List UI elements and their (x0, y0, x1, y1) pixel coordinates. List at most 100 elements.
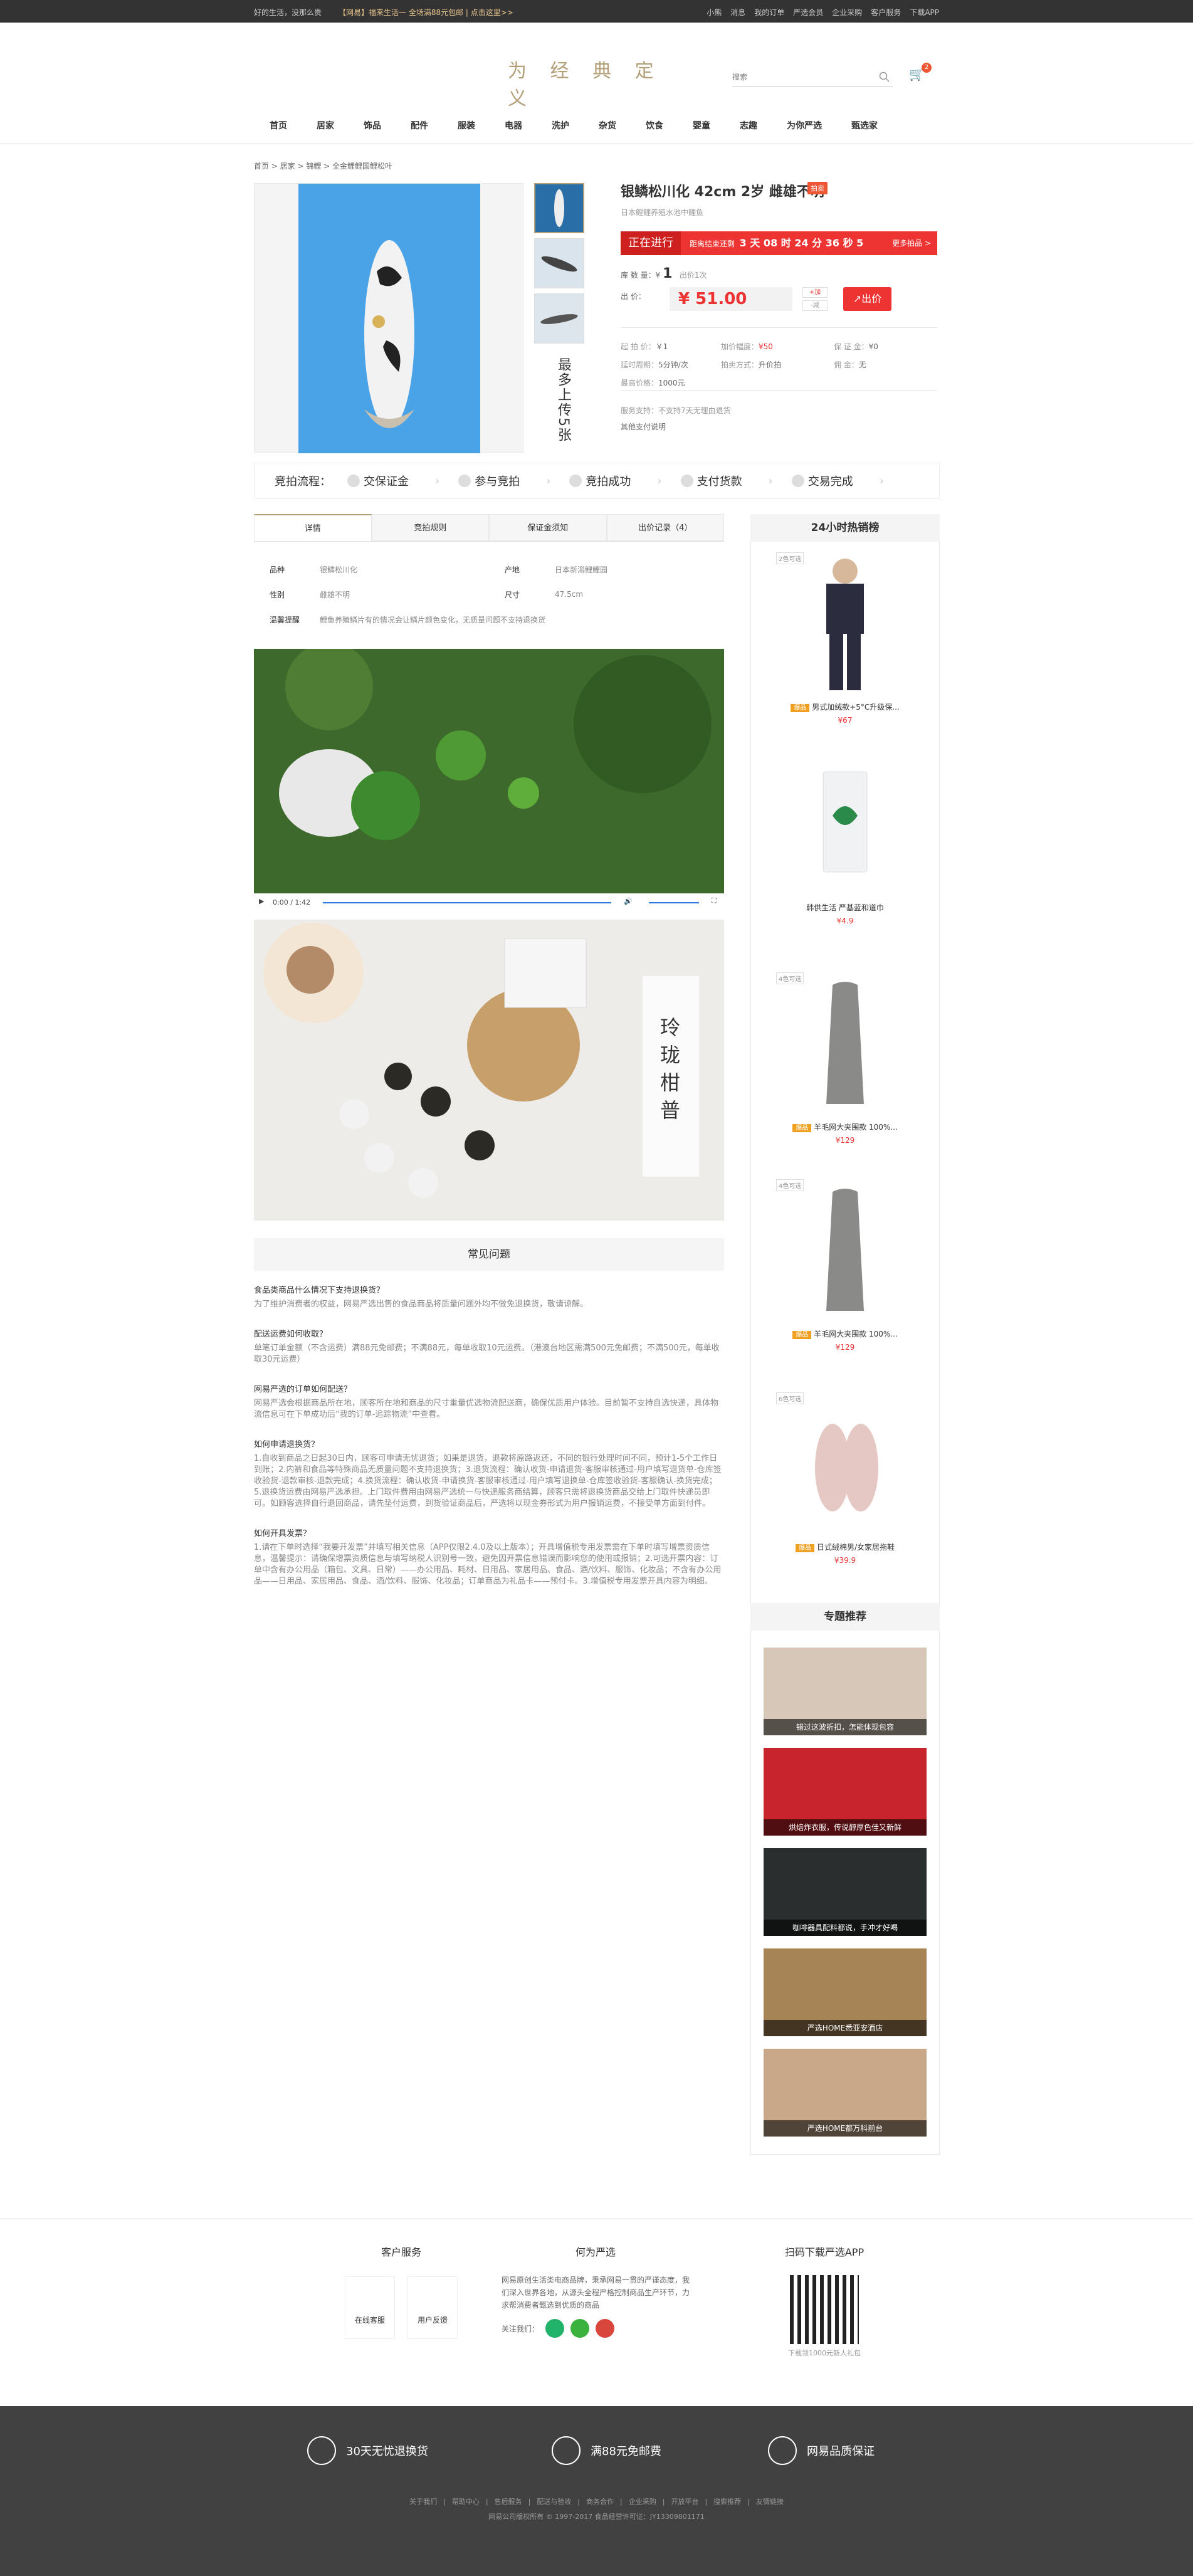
enterprise-link[interactable]: 企业采购 (832, 7, 862, 18)
chevron-right-icon: › (879, 474, 885, 488)
copyright: 网易公司版权所有 © 1997-2017 食品经营许可证：JY133098011… (488, 2513, 705, 2521)
weibo-icon[interactable] (545, 2319, 565, 2338)
topic-card[interactable]: 咖啡器具配料都说，手冲才好喝 (764, 1848, 927, 1936)
topic-card[interactable]: 烘焙炸衣服，传说醇厚色佳又新鲜 (764, 1748, 927, 1836)
nav-home-living[interactable]: 居家 (301, 114, 348, 140)
payment-note[interactable]: 其他支付说明 (621, 419, 731, 435)
nav-home[interactable]: 首页 (254, 114, 301, 140)
footer-info: 客户服务 在线客服 用户反馈 何为严选 网易原创生活类电商品牌，秉承网易一贯的严… (0, 2218, 1193, 2406)
topic-card[interactable]: 错过这波折扣，怎能体现包容 (764, 1648, 927, 1735)
messages-link[interactable]: 消息 (730, 7, 745, 18)
weibo-red-icon[interactable] (596, 2319, 615, 2338)
hot-item[interactable]: 韩供生活 严基蓝和道巾 ¥4.9 (776, 753, 914, 925)
search-box[interactable] (732, 69, 893, 87)
feature-returns: 30天无忧退换货 (307, 2436, 428, 2465)
stock-row: 库 数 量：¥ 1 出价1次 (621, 266, 707, 281)
spec-row: 温馨提醒 鲤鱼养殖鳞片有的情况会让鳞片颜色变化，无质量问题不支持退换货 (270, 615, 546, 624)
fullscreen-icon[interactable]: ⛶ (712, 896, 717, 905)
attr-deposit: 保 证 金：¥0 (834, 342, 878, 351)
volume-slider[interactable] (649, 902, 699, 903)
online-service-button[interactable]: 在线客服 (345, 2276, 395, 2339)
payment-icon (680, 475, 693, 487)
footer-link[interactable]: 友情链接 (750, 2498, 790, 2506)
tab-bid-records[interactable]: 出价记录（4） (606, 514, 724, 541)
nav-food[interactable]: 饮食 (630, 114, 677, 140)
tab-rules[interactable]: 竞拍规则 (371, 514, 489, 541)
service-info: 服务支持：不支持7天无理由退货 其他支付说明 (621, 402, 731, 435)
breadcrumb[interactable]: 首页 > 居家 > 锦鲤 > 全金鲤鲤国鲤松叶 (254, 160, 392, 171)
attr-commission: 佣 金：无 (834, 360, 866, 369)
product-video[interactable] (254, 649, 724, 912)
countdown: 距离结束还剩 3 天 08 时 24 分 36 秒 5 (690, 231, 863, 256)
logo[interactable]: 为 经 典 定 义 (508, 55, 671, 110)
hot-item[interactable]: 6色可选 爆品 日式绒棉男/女家居拖鞋 ¥39.9 (776, 1392, 914, 1565)
tab-details[interactable]: 详情 (254, 514, 372, 541)
service-link[interactable]: 客户服务 (871, 7, 901, 18)
thumbnail-1[interactable] (534, 183, 584, 233)
feature-shipping: 满88元免邮费 (552, 2436, 661, 2465)
banner-title: 玲珑柑普 (660, 1016, 681, 1122)
download-app-link[interactable]: 下载APP (910, 7, 939, 18)
attr-increment: 加价幅度：¥50 (721, 342, 773, 351)
footer-link[interactable]: 企业采购 (623, 2498, 663, 2506)
footer-link[interactable]: 售后服务 (488, 2498, 528, 2506)
nav-hobby[interactable]: 志趣 (724, 114, 771, 140)
tab-deposit[interactable]: 保证金须知 (489, 514, 607, 541)
hot-item[interactable]: 2色可选 爆品 男式加绒款+5°C升级保... ¥67 (776, 552, 914, 725)
service-title: 客户服务 (381, 2246, 421, 2258)
footer-link[interactable]: 搜索推荐 (707, 2498, 747, 2506)
bid-price-input[interactable]: ¥ 51.00 (670, 287, 792, 311)
thumbnail-2[interactable] (534, 238, 584, 288)
auction-flow: 竞拍流程： 交保证金 › 参与竞拍 › 竞拍成功 › 支付货款 › 交易完成 › (254, 463, 940, 499)
hot-item[interactable]: 4色可选 爆品 羊毛网大夹围款 100%... ¥129 (776, 972, 914, 1145)
top-bar: 好的生活，没那么贵 【网易】福来生活一 全场满88元包邮 | 点击这里>> 小熊… (0, 0, 1193, 23)
orders-link[interactable]: 我的订单 (754, 7, 784, 18)
hot-sales-panel: 2色可选 爆品 男式加绒款+5°C升级保... ¥67 韩供生活 严基蓝和道巾 ¥… (750, 514, 940, 1605)
service-text: 服务支持：不支持7天无理由退货 (621, 406, 731, 415)
nav-curator[interactable]: 甄选家 (836, 114, 891, 140)
nav-care[interactable]: 洗护 (536, 114, 583, 140)
feedback-button[interactable]: 用户反馈 (407, 2276, 458, 2339)
nav-for-you[interactable]: 为你严选 (771, 114, 836, 140)
video-progress[interactable] (323, 902, 611, 903)
footer-link[interactable]: 开放平台 (665, 2498, 705, 2506)
spec-row: 品种 银鳞松川化 产地 日本新潟鲤鲤园 (270, 565, 608, 574)
app-title: 扫码下载严选APP (784, 2246, 865, 2258)
nav-appliances[interactable]: 电器 (489, 114, 536, 140)
nav-accessories[interactable]: 饰品 (348, 114, 395, 140)
footer-link[interactable]: 配送与验收 (530, 2498, 577, 2506)
play-icon[interactable]: ▶ (259, 897, 264, 905)
bid-button[interactable]: ↗出价 (843, 287, 891, 311)
service-column: 客户服务 在线客服 用户反馈 (339, 2244, 464, 2339)
footer-link[interactable]: 关于我们 (403, 2498, 443, 2506)
footer-link[interactable]: 帮助中心 (446, 2498, 486, 2506)
footer-link[interactable]: 商务合作 (580, 2498, 620, 2506)
hot-item[interactable]: 4色可选 爆品 羊毛网大夹围款 100%... ¥129 (776, 1179, 914, 1352)
nav-parts[interactable]: 配件 (395, 114, 442, 140)
user-link[interactable]: 小熊 (707, 7, 722, 18)
thumbnail-3[interactable] (534, 293, 584, 344)
topic-card[interactable]: 严选HOME悉亚安酒店 (764, 1948, 927, 2036)
bid-price: 51.00 (695, 290, 747, 308)
wechat-icon[interactable] (570, 2319, 590, 2338)
price-label: 出 价： (621, 292, 646, 301)
countdown-value: 3 天 08 时 24 分 36 秒 5 (739, 237, 864, 249)
footer-links: 关于我们 | 帮助中心 | 售后服务 | 配送与验收 | 商务合作 | 企业采购 | 开放平台 | 搜索推荐… (0, 2496, 1193, 2521)
topic-card[interactable]: 严选HOME都万科前台 (764, 2049, 927, 2137)
product-banner-image: 玲珑柑普 (254, 920, 724, 1221)
nav-misc[interactable]: 杂货 (583, 114, 630, 140)
nav-baby[interactable]: 婴童 (677, 114, 724, 140)
chevron-right-icon: › (435, 474, 440, 488)
more-auctions-link[interactable]: 更多拍品 > (892, 231, 931, 255)
volume-icon[interactable]: 🔊 (624, 897, 633, 905)
price-plus-button[interactable]: +加 (802, 287, 828, 298)
success-icon (569, 475, 582, 487)
search-icon[interactable] (879, 71, 890, 83)
app-subtitle: 下载领1000元新人礼包 (788, 2349, 861, 2357)
notice-link[interactable]: 【网易】福来生活一 全场满88元包邮 | 点击这里>> (339, 7, 513, 18)
deposit-icon (347, 475, 360, 487)
price-minus-button[interactable]: -减 (802, 300, 828, 311)
nav-clothing[interactable]: 服装 (442, 114, 489, 140)
member-link[interactable]: 严选会员 (793, 7, 823, 18)
search-input[interactable] (732, 69, 864, 85)
